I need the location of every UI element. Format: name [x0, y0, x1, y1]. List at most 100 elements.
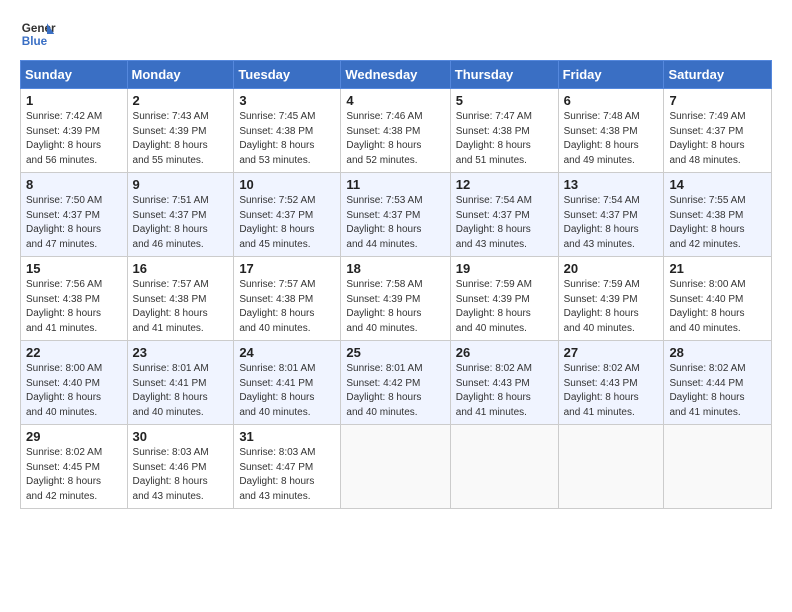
day-info: Sunrise: 7:51 AM Sunset: 4:37 PM Dayligh…: [133, 194, 229, 252]
day-number: 11: [346, 177, 444, 192]
day-number: 8: [26, 177, 122, 192]
day-number: 3: [239, 93, 335, 108]
day-info: Sunrise: 8:02 AM Sunset: 4:44 PM Dayligh…: [669, 362, 766, 420]
calendar-cell: 24 Sunrise: 8:01 AM Sunset: 4:41 PM Dayli…: [234, 341, 341, 425]
calendar-cell: 11 Sunrise: 7:53 AM Sunset: 4:37 PM Dayli…: [341, 173, 450, 257]
day-number: 29: [26, 429, 122, 444]
calendar-cell: 31 Sunrise: 8:03 AM Sunset: 4:47 PM Dayli…: [234, 425, 341, 509]
day-info: Sunrise: 7:59 AM Sunset: 4:39 PM Dayligh…: [564, 278, 659, 336]
day-number: 24: [239, 345, 335, 360]
day-info: Sunrise: 8:00 AM Sunset: 4:40 PM Dayligh…: [669, 278, 766, 336]
svg-text:Blue: Blue: [22, 35, 48, 48]
column-header-sunday: Sunday: [21, 61, 128, 89]
calendar-cell: [341, 425, 450, 509]
day-number: 28: [669, 345, 766, 360]
day-info: Sunrise: 7:49 AM Sunset: 4:37 PM Dayligh…: [669, 110, 766, 168]
calendar-cell: 22 Sunrise: 8:00 AM Sunset: 4:40 PM Dayli…: [21, 341, 128, 425]
calendar-cell: 8Sunrise: 7:50 AM Sunset: 4:37 PM Daylig…: [21, 173, 128, 257]
day-info: Sunrise: 8:02 AM Sunset: 4:43 PM Dayligh…: [564, 362, 659, 420]
header: General Blue: [20, 16, 772, 52]
page: General Blue SundayMondayTuesdayWednesda…: [0, 0, 792, 612]
logo-icon: General Blue: [20, 16, 56, 52]
column-header-wednesday: Wednesday: [341, 61, 450, 89]
day-info: Sunrise: 8:03 AM Sunset: 4:47 PM Dayligh…: [239, 446, 335, 504]
day-info: Sunrise: 7:42 AM Sunset: 4:39 PM Dayligh…: [26, 110, 122, 168]
calendar-cell: 6Sunrise: 7:48 AM Sunset: 4:38 PM Daylig…: [558, 89, 664, 173]
calendar-week-4: 22 Sunrise: 8:00 AM Sunset: 4:40 PM Dayli…: [21, 341, 772, 425]
calendar-cell: 3 Sunrise: 7:45 AM Sunset: 4:38 PM Daylig…: [234, 89, 341, 173]
day-number: 13: [564, 177, 659, 192]
day-number: 26: [456, 345, 553, 360]
calendar-cell: 1 Sunrise: 7:42 AM Sunset: 4:39 PM Daylig…: [21, 89, 128, 173]
day-info: Sunrise: 8:03 AM Sunset: 4:46 PM Dayligh…: [133, 446, 229, 504]
day-number: 7: [669, 93, 766, 108]
day-number: 9: [133, 177, 229, 192]
calendar-cell: 4 Sunrise: 7:46 AM Sunset: 4:38 PM Daylig…: [341, 89, 450, 173]
calendar-cell: 2 Sunrise: 7:43 AM Sunset: 4:39 PM Daylig…: [127, 89, 234, 173]
calendar-cell: 26Sunrise: 8:02 AM Sunset: 4:43 PM Dayli…: [450, 341, 558, 425]
day-info: Sunrise: 8:00 AM Sunset: 4:40 PM Dayligh…: [26, 362, 122, 420]
column-header-saturday: Saturday: [664, 61, 772, 89]
calendar-cell: 28 Sunrise: 8:02 AM Sunset: 4:44 PM Dayli…: [664, 341, 772, 425]
day-info: Sunrise: 7:52 AM Sunset: 4:37 PM Dayligh…: [239, 194, 335, 252]
calendar-cell: 16 Sunrise: 7:57 AM Sunset: 4:38 PM Dayli…: [127, 257, 234, 341]
calendar-cell: 27 Sunrise: 8:02 AM Sunset: 4:43 PM Dayli…: [558, 341, 664, 425]
day-info: Sunrise: 8:02 AM Sunset: 4:45 PM Dayligh…: [26, 446, 122, 504]
day-number: 15: [26, 261, 122, 276]
day-info: Sunrise: 7:46 AM Sunset: 4:38 PM Dayligh…: [346, 110, 444, 168]
day-number: 14: [669, 177, 766, 192]
calendar-cell: 9 Sunrise: 7:51 AM Sunset: 4:37 PM Daylig…: [127, 173, 234, 257]
day-info: Sunrise: 7:43 AM Sunset: 4:39 PM Dayligh…: [133, 110, 229, 168]
day-info: Sunrise: 7:56 AM Sunset: 4:38 PM Dayligh…: [26, 278, 122, 336]
calendar-cell: 29 Sunrise: 8:02 AM Sunset: 4:45 PM Dayli…: [21, 425, 128, 509]
calendar-cell: 30 Sunrise: 8:03 AM Sunset: 4:46 PM Dayli…: [127, 425, 234, 509]
day-info: Sunrise: 7:53 AM Sunset: 4:37 PM Dayligh…: [346, 194, 444, 252]
day-info: Sunrise: 7:57 AM Sunset: 4:38 PM Dayligh…: [133, 278, 229, 336]
day-number: 10: [239, 177, 335, 192]
day-number: 30: [133, 429, 229, 444]
calendar-cell: [450, 425, 558, 509]
calendar-cell: 19Sunrise: 7:59 AM Sunset: 4:39 PM Dayli…: [450, 257, 558, 341]
calendar-cell: [664, 425, 772, 509]
day-info: Sunrise: 7:45 AM Sunset: 4:38 PM Dayligh…: [239, 110, 335, 168]
day-number: 1: [26, 93, 122, 108]
column-header-thursday: Thursday: [450, 61, 558, 89]
day-number: 12: [456, 177, 553, 192]
calendar-cell: 20 Sunrise: 7:59 AM Sunset: 4:39 PM Dayli…: [558, 257, 664, 341]
calendar-cell: 5Sunrise: 7:47 AM Sunset: 4:38 PM Daylig…: [450, 89, 558, 173]
day-info: Sunrise: 8:01 AM Sunset: 4:42 PM Dayligh…: [346, 362, 444, 420]
day-info: Sunrise: 7:47 AM Sunset: 4:38 PM Dayligh…: [456, 110, 553, 168]
calendar-cell: 17 Sunrise: 7:57 AM Sunset: 4:38 PM Dayli…: [234, 257, 341, 341]
day-number: 27: [564, 345, 659, 360]
day-info: Sunrise: 7:57 AM Sunset: 4:38 PM Dayligh…: [239, 278, 335, 336]
calendar-week-2: 8Sunrise: 7:50 AM Sunset: 4:37 PM Daylig…: [21, 173, 772, 257]
day-number: 23: [133, 345, 229, 360]
calendar-cell: [558, 425, 664, 509]
day-number: 2: [133, 93, 229, 108]
day-info: Sunrise: 7:54 AM Sunset: 4:37 PM Dayligh…: [564, 194, 659, 252]
day-info: Sunrise: 8:01 AM Sunset: 4:41 PM Dayligh…: [239, 362, 335, 420]
day-info: Sunrise: 8:01 AM Sunset: 4:41 PM Dayligh…: [133, 362, 229, 420]
logo: General Blue: [20, 16, 56, 52]
day-number: 21: [669, 261, 766, 276]
calendar-cell: 13 Sunrise: 7:54 AM Sunset: 4:37 PM Dayli…: [558, 173, 664, 257]
calendar-week-3: 15 Sunrise: 7:56 AM Sunset: 4:38 PM Dayli…: [21, 257, 772, 341]
day-number: 4: [346, 93, 444, 108]
day-number: 16: [133, 261, 229, 276]
day-number: 22: [26, 345, 122, 360]
calendar-cell: 15 Sunrise: 7:56 AM Sunset: 4:38 PM Dayli…: [21, 257, 128, 341]
day-number: 18: [346, 261, 444, 276]
day-number: 20: [564, 261, 659, 276]
day-info: Sunrise: 7:55 AM Sunset: 4:38 PM Dayligh…: [669, 194, 766, 252]
day-number: 17: [239, 261, 335, 276]
day-info: Sunrise: 7:48 AM Sunset: 4:38 PM Dayligh…: [564, 110, 659, 168]
column-header-monday: Monday: [127, 61, 234, 89]
day-number: 31: [239, 429, 335, 444]
day-info: Sunrise: 7:58 AM Sunset: 4:39 PM Dayligh…: [346, 278, 444, 336]
calendar-table: SundayMondayTuesdayWednesdayThursdayFrid…: [20, 60, 772, 509]
calendar-cell: 18 Sunrise: 7:58 AM Sunset: 4:39 PM Dayli…: [341, 257, 450, 341]
calendar-header-row: SundayMondayTuesdayWednesdayThursdayFrid…: [21, 61, 772, 89]
day-number: 19: [456, 261, 553, 276]
calendar-cell: 12Sunrise: 7:54 AM Sunset: 4:37 PM Dayli…: [450, 173, 558, 257]
calendar-week-5: 29 Sunrise: 8:02 AM Sunset: 4:45 PM Dayli…: [21, 425, 772, 509]
